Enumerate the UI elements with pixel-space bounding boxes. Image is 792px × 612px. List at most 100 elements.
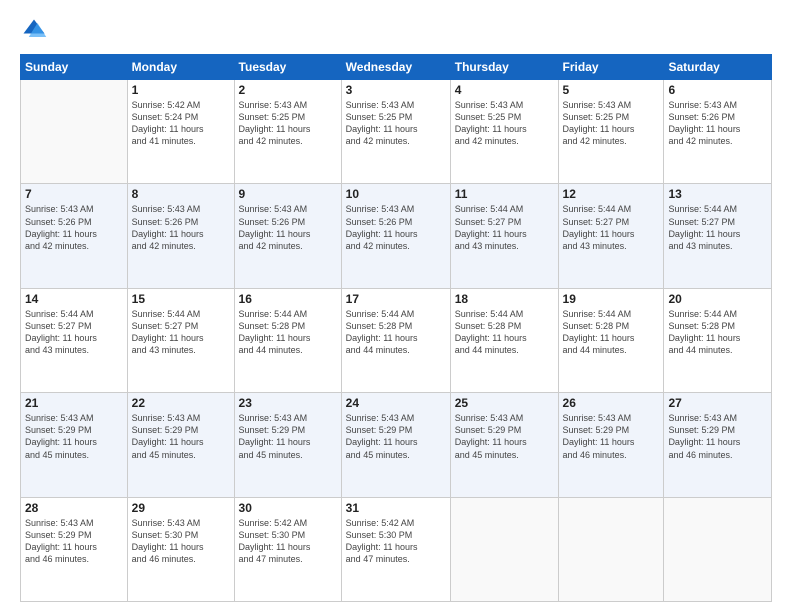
day-cell	[664, 497, 772, 601]
day-cell: 20Sunrise: 5:44 AMSunset: 5:28 PMDayligh…	[664, 288, 772, 392]
day-cell: 30Sunrise: 5:42 AMSunset: 5:30 PMDayligh…	[234, 497, 341, 601]
day-number: 13	[668, 187, 767, 201]
day-cell: 5 Sunrise: 5:43 AMSunset: 5:25 PMDaylight…	[558, 80, 664, 184]
day-info: Sunrise: 5:43 AMSunset: 5:29 PMDaylight:…	[132, 412, 230, 461]
day-number: 15	[132, 292, 230, 306]
day-info: Sunrise: 5:44 AMSunset: 5:28 PMDaylight:…	[239, 308, 337, 357]
day-number: 7	[25, 187, 123, 201]
day-number: 26	[563, 396, 660, 410]
day-number: 12	[563, 187, 660, 201]
day-info: Sunrise: 5:44 AMSunset: 5:27 PMDaylight:…	[25, 308, 123, 357]
day-cell: 21Sunrise: 5:43 AMSunset: 5:29 PMDayligh…	[21, 393, 128, 497]
day-cell: 22 Sunrise: 5:43 AMSunset: 5:29 PMDayligh…	[127, 393, 234, 497]
day-info: Sunrise: 5:43 AMSunset: 5:29 PMDaylight:…	[346, 412, 446, 461]
day-info: Sunrise: 5:43 AMSunset: 5:26 PMDaylight:…	[668, 99, 767, 148]
day-cell: 9 Sunrise: 5:43 AMSunset: 5:26 PMDaylight…	[234, 184, 341, 288]
day-cell: 25 Sunrise: 5:43 AMSunset: 5:29 PMDayligh…	[450, 393, 558, 497]
day-cell: 2Sunrise: 5:43 AMSunset: 5:25 PMDaylight…	[234, 80, 341, 184]
day-number: 16	[239, 292, 337, 306]
day-info: Sunrise: 5:44 AMSunset: 5:27 PMDaylight:…	[563, 203, 660, 252]
day-cell: 29 Sunrise: 5:43 AMSunset: 5:30 PMDayligh…	[127, 497, 234, 601]
day-number: 28	[25, 501, 123, 515]
day-info: Sunrise: 5:43 AMSunset: 5:29 PMDaylight:…	[455, 412, 554, 461]
day-info: Sunrise: 5:43 AMSunset: 5:25 PMDaylight:…	[239, 99, 337, 148]
header-cell-saturday: Saturday	[664, 55, 772, 80]
day-number: 23	[239, 396, 337, 410]
day-number: 29	[132, 501, 230, 515]
day-number: 8	[132, 187, 230, 201]
day-number: 27	[668, 396, 767, 410]
day-cell: 18 Sunrise: 5:44 AMSunset: 5:28 PMDayligh…	[450, 288, 558, 392]
day-cell: 13 Sunrise: 5:44 AMSunset: 5:27 PMDayligh…	[664, 184, 772, 288]
day-number: 22	[132, 396, 230, 410]
page: SundayMondayTuesdayWednesdayThursdayFrid…	[0, 0, 792, 612]
day-cell: 15 Sunrise: 5:44 AMSunset: 5:27 PMDayligh…	[127, 288, 234, 392]
day-cell: 31Sunrise: 5:42 AMSunset: 5:30 PMDayligh…	[341, 497, 450, 601]
day-cell: 1Sunrise: 5:42 AMSunset: 5:24 PMDaylight…	[127, 80, 234, 184]
day-number: 3	[346, 83, 446, 97]
week-row-3: 14 Sunrise: 5:44 AMSunset: 5:27 PMDayligh…	[21, 288, 772, 392]
day-number: 4	[455, 83, 554, 97]
calendar-body: 1Sunrise: 5:42 AMSunset: 5:24 PMDaylight…	[21, 80, 772, 602]
header-cell-friday: Friday	[558, 55, 664, 80]
day-info: Sunrise: 5:43 AMSunset: 5:26 PMDaylight:…	[239, 203, 337, 252]
day-cell: 3 Sunrise: 5:43 AMSunset: 5:25 PMDaylight…	[341, 80, 450, 184]
day-number: 19	[563, 292, 660, 306]
day-info: Sunrise: 5:42 AMSunset: 5:24 PMDaylight:…	[132, 99, 230, 148]
header-cell-wednesday: Wednesday	[341, 55, 450, 80]
week-row-1: 1Sunrise: 5:42 AMSunset: 5:24 PMDaylight…	[21, 80, 772, 184]
day-info: Sunrise: 5:43 AMSunset: 5:30 PMDaylight:…	[132, 517, 230, 566]
week-row-4: 21Sunrise: 5:43 AMSunset: 5:29 PMDayligh…	[21, 393, 772, 497]
header-cell-sunday: Sunday	[21, 55, 128, 80]
day-cell: 8Sunrise: 5:43 AMSunset: 5:26 PMDaylight…	[127, 184, 234, 288]
day-cell: 11Sunrise: 5:44 AMSunset: 5:27 PMDayligh…	[450, 184, 558, 288]
day-info: Sunrise: 5:43 AMSunset: 5:25 PMDaylight:…	[455, 99, 554, 148]
day-info: Sunrise: 5:44 AMSunset: 5:27 PMDaylight:…	[668, 203, 767, 252]
day-cell: 27 Sunrise: 5:43 AMSunset: 5:29 PMDayligh…	[664, 393, 772, 497]
logo-icon	[20, 16, 48, 44]
day-cell: 17Sunrise: 5:44 AMSunset: 5:28 PMDayligh…	[341, 288, 450, 392]
calendar-table: SundayMondayTuesdayWednesdayThursdayFrid…	[20, 54, 772, 602]
day-cell: 12 Sunrise: 5:44 AMSunset: 5:27 PMDayligh…	[558, 184, 664, 288]
logo	[20, 16, 52, 44]
day-cell: 16 Sunrise: 5:44 AMSunset: 5:28 PMDayligh…	[234, 288, 341, 392]
week-row-2: 7 Sunrise: 5:43 AMSunset: 5:26 PMDaylight…	[21, 184, 772, 288]
day-cell: 10 Sunrise: 5:43 AMSunset: 5:26 PMDayligh…	[341, 184, 450, 288]
day-cell: 7Sunrise: 5:43 AMSunset: 5:26 PMDaylight…	[21, 184, 128, 288]
header	[20, 16, 772, 44]
header-cell-monday: Monday	[127, 55, 234, 80]
day-info: Sunrise: 5:44 AMSunset: 5:28 PMDaylight:…	[563, 308, 660, 357]
day-number: 5	[563, 83, 660, 97]
calendar-header: SundayMondayTuesdayWednesdayThursdayFrid…	[21, 55, 772, 80]
day-info: Sunrise: 5:43 AMSunset: 5:29 PMDaylight:…	[668, 412, 767, 461]
day-cell: 23Sunrise: 5:43 AMSunset: 5:29 PMDayligh…	[234, 393, 341, 497]
day-number: 9	[239, 187, 337, 201]
day-cell: 26Sunrise: 5:43 AMSunset: 5:29 PMDayligh…	[558, 393, 664, 497]
day-info: Sunrise: 5:43 AMSunset: 5:29 PMDaylight:…	[25, 412, 123, 461]
week-row-5: 28 Sunrise: 5:43 AMSunset: 5:29 PMDayligh…	[21, 497, 772, 601]
day-cell: 4 Sunrise: 5:43 AMSunset: 5:25 PMDaylight…	[450, 80, 558, 184]
day-number: 18	[455, 292, 554, 306]
header-row: SundayMondayTuesdayWednesdayThursdayFrid…	[21, 55, 772, 80]
day-cell: 6 Sunrise: 5:43 AMSunset: 5:26 PMDaylight…	[664, 80, 772, 184]
day-info: Sunrise: 5:42 AMSunset: 5:30 PMDaylight:…	[346, 517, 446, 566]
day-cell: 14 Sunrise: 5:44 AMSunset: 5:27 PMDayligh…	[21, 288, 128, 392]
day-info: Sunrise: 5:43 AMSunset: 5:29 PMDaylight:…	[25, 517, 123, 566]
day-info: Sunrise: 5:43 AMSunset: 5:25 PMDaylight:…	[346, 99, 446, 148]
day-number: 14	[25, 292, 123, 306]
day-number: 25	[455, 396, 554, 410]
day-info: Sunrise: 5:44 AMSunset: 5:28 PMDaylight:…	[346, 308, 446, 357]
day-cell	[21, 80, 128, 184]
day-info: Sunrise: 5:44 AMSunset: 5:28 PMDaylight:…	[455, 308, 554, 357]
day-number: 6	[668, 83, 767, 97]
day-cell: 19 Sunrise: 5:44 AMSunset: 5:28 PMDayligh…	[558, 288, 664, 392]
day-info: Sunrise: 5:43 AMSunset: 5:25 PMDaylight:…	[563, 99, 660, 148]
day-info: Sunrise: 5:43 AMSunset: 5:26 PMDaylight:…	[346, 203, 446, 252]
day-number: 30	[239, 501, 337, 515]
header-cell-tuesday: Tuesday	[234, 55, 341, 80]
day-number: 24	[346, 396, 446, 410]
day-number: 10	[346, 187, 446, 201]
day-cell	[450, 497, 558, 601]
day-info: Sunrise: 5:44 AMSunset: 5:27 PMDaylight:…	[132, 308, 230, 357]
day-cell: 28 Sunrise: 5:43 AMSunset: 5:29 PMDayligh…	[21, 497, 128, 601]
